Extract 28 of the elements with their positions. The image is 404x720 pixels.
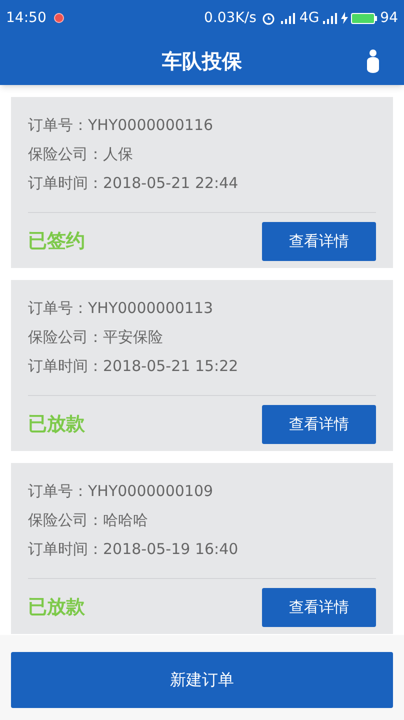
- network-speed: 0.03K/s: [204, 8, 256, 28]
- status-time: 14:50: [6, 8, 46, 28]
- order-time: 订单时间：2018-05-19 16:40: [28, 539, 240, 560]
- order-number: 订单号：YHY0000000113: [28, 298, 214, 319]
- details-button[interactable]: 查看详情: [262, 405, 376, 444]
- alarm-icon: [262, 12, 276, 24]
- new-order-button[interactable]: 新建订单: [11, 652, 393, 708]
- signal-icon: [281, 12, 296, 24]
- insurance-company: 保险公司：人保: [28, 144, 134, 165]
- details-button[interactable]: 查看详情: [262, 222, 376, 261]
- order-status: 已签约: [28, 229, 85, 254]
- charging-icon: [341, 12, 348, 24]
- insurance-company: 保险公司：哈哈哈: [28, 510, 149, 531]
- order-number: 订单号：YHY0000000116: [28, 115, 214, 136]
- battery-percent: 94: [380, 8, 398, 28]
- person-icon[interactable]: [366, 49, 380, 73]
- details-button[interactable]: 查看详情: [262, 588, 376, 627]
- order-status: 已放款: [28, 412, 85, 438]
- order-number: 订单号：YHY0000000109: [28, 481, 214, 502]
- order-time: 订单时间：2018-05-21 15:22: [28, 356, 240, 377]
- page-title: 车队投保: [162, 48, 242, 74]
- order-time: 订单时间：2018-05-21 22:44: [28, 173, 240, 194]
- network-type: 4G: [299, 8, 320, 28]
- insurance-company: 保险公司：平安保险: [28, 327, 164, 348]
- battery-icon: [351, 12, 378, 24]
- notification-icon: [54, 13, 64, 23]
- order-status: 已放款: [28, 595, 85, 620]
- signal-icon: [323, 12, 338, 24]
